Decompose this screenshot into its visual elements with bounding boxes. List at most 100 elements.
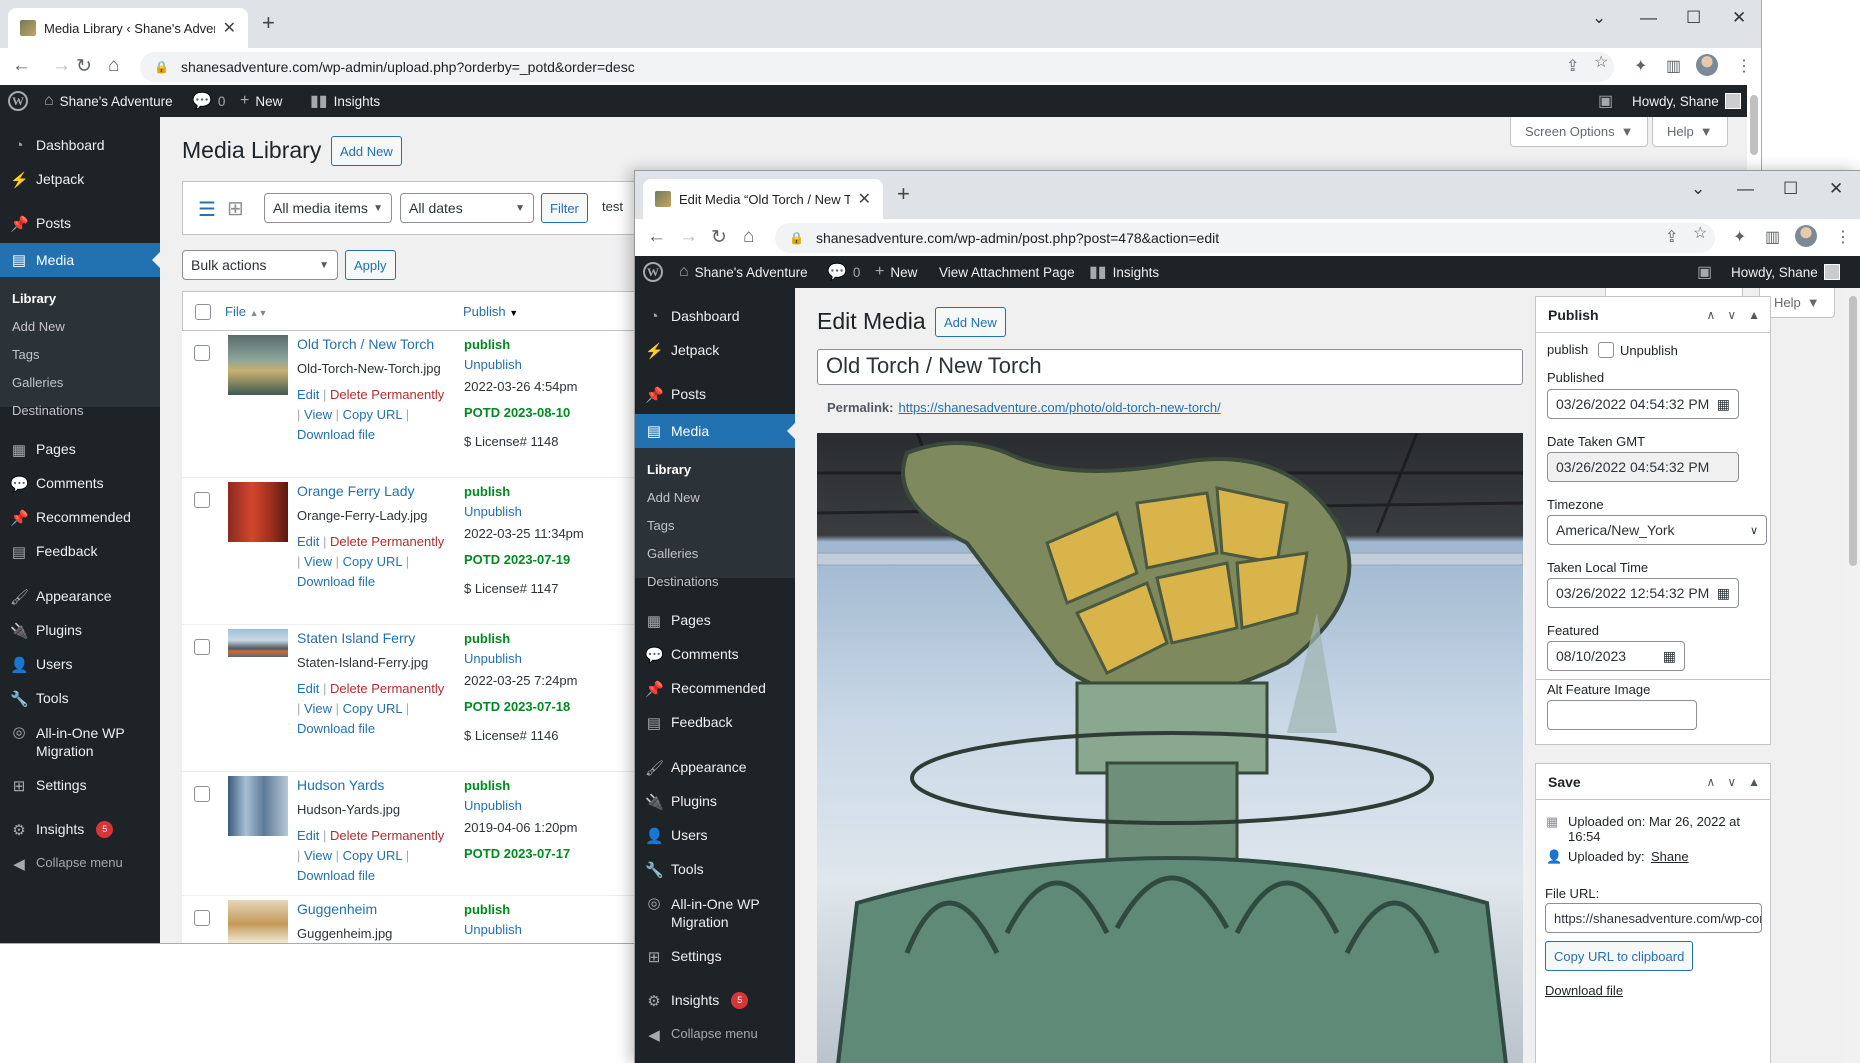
submenu-add-new[interactable]: Add New xyxy=(647,490,700,505)
submenu-destinations[interactable]: Destinations xyxy=(647,574,719,589)
row-checkbox[interactable] xyxy=(194,639,210,655)
select-all-checkbox[interactable] xyxy=(195,304,211,320)
menu-posts[interactable]: 📌 Posts xyxy=(0,215,160,233)
close-tab-icon[interactable]: ✕ xyxy=(858,189,871,209)
menu-dashboard[interactable]: ◔ Dashboard xyxy=(635,308,795,325)
menu-plugins[interactable]: 🔌 Plugins xyxy=(0,622,160,640)
new-tab-icon[interactable]: + xyxy=(262,10,275,36)
minimize-icon[interactable]: — xyxy=(1640,8,1657,28)
menu-settings[interactable]: ⊞ Settings xyxy=(0,777,160,795)
url-bar[interactable]: 🔒 shanesadventure.com/wp-admin/post.php?… xyxy=(775,223,1715,253)
comments-link[interactable]: 💬 0 xyxy=(192,85,225,117)
edit-link[interactable]: Edit xyxy=(297,534,319,549)
toggle-panel-icon[interactable]: ▲ xyxy=(1748,775,1760,789)
menu-comments[interactable]: 💬 Comments xyxy=(635,646,795,664)
side-panel-icon[interactable]: ▥ xyxy=(1765,227,1780,247)
browser-menu-icon[interactable]: ⋮ xyxy=(1835,227,1851,247)
unpublish-checkbox[interactable] xyxy=(1598,342,1614,358)
unpublish-link[interactable]: Unpublish xyxy=(464,798,522,813)
timezone-select[interactable]: America/New_York ∨ xyxy=(1547,515,1767,545)
menu-pages[interactable]: ▦ Pages xyxy=(0,441,160,459)
submenu-add-new[interactable]: Add New xyxy=(12,319,65,334)
home-icon[interactable]: ⌂ xyxy=(108,55,119,77)
calendar-icon[interactable]: ▦ xyxy=(1717,585,1730,602)
screen-options-button[interactable]: Screen Options ▼ xyxy=(1510,117,1649,147)
menu-comments[interactable]: 💬 Comments xyxy=(0,475,160,493)
toggle-panel-icon[interactable]: ▲ xyxy=(1748,308,1760,322)
new-tab-icon[interactable]: + xyxy=(897,181,910,207)
new-content-link[interactable]: + New xyxy=(875,256,917,288)
comments-link[interactable]: 💬 0 xyxy=(827,256,860,288)
insights-link[interactable]: ▮▮ Insights xyxy=(1089,256,1159,288)
delete-permanently-link[interactable]: Delete Permanently xyxy=(330,681,444,696)
page-scrollbar[interactable] xyxy=(1846,288,1860,1063)
share-icon[interactable]: ⇪ xyxy=(1665,227,1678,247)
copy-url-link[interactable]: Copy URL xyxy=(343,848,402,863)
maximize-icon[interactable]: ☐ xyxy=(1783,179,1798,199)
menu-users[interactable]: 👤 Users xyxy=(635,827,795,845)
notifications-icon[interactable]: ▣ xyxy=(1697,256,1712,288)
download-file-link[interactable]: Download file xyxy=(297,868,375,883)
add-new-button[interactable]: Add New xyxy=(935,307,1006,337)
menu-settings[interactable]: ⊞ Settings xyxy=(635,948,795,966)
move-down-icon[interactable]: ∨ xyxy=(1727,308,1736,322)
tab-search-icon[interactable]: ⌄ xyxy=(1691,179,1705,199)
menu-users[interactable]: 👤 Users xyxy=(0,656,160,674)
close-window-icon[interactable]: ✕ xyxy=(1829,179,1843,199)
menu-pages[interactable]: ▦ Pages xyxy=(635,612,795,630)
notifications-icon[interactable]: ▣ xyxy=(1598,85,1613,117)
search-input[interactable]: test xyxy=(602,199,623,214)
site-name-link[interactable]: ⌂ Shane's Adventure xyxy=(679,256,808,288)
view-link[interactable]: View xyxy=(304,848,332,863)
menu-recommended[interactable]: 📌 Recommended xyxy=(635,680,795,698)
home-icon[interactable]: ⌂ xyxy=(743,226,754,248)
menu-insights[interactable]: ⚙ Insights 5 xyxy=(635,992,795,1010)
copy-url-link[interactable]: Copy URL xyxy=(343,407,402,422)
submenu-tags[interactable]: Tags xyxy=(647,518,674,533)
calendar-icon[interactable]: ▦ xyxy=(1717,396,1730,413)
share-icon[interactable]: ⇪ xyxy=(1566,56,1579,76)
minimize-icon[interactable]: — xyxy=(1737,179,1754,199)
calendar-icon[interactable]: ▦ xyxy=(1663,648,1676,665)
submenu-tags[interactable]: Tags xyxy=(12,347,39,362)
edit-link[interactable]: Edit xyxy=(297,387,319,402)
menu-jetpack[interactable]: ⚡ Jetpack xyxy=(0,171,160,189)
profile-avatar[interactable] xyxy=(1795,225,1817,247)
submenu-galleries[interactable]: Galleries xyxy=(647,546,698,561)
extensions-icon[interactable]: ✦ xyxy=(1634,56,1647,76)
delete-permanently-link[interactable]: Delete Permanently xyxy=(330,387,444,402)
featured-date-input[interactable]: 08/10/2023 ▦ xyxy=(1547,641,1685,671)
url-bar[interactable]: 🔒 shanesadventure.com/wp-admin/upload.ph… xyxy=(140,52,1614,82)
view-link[interactable]: View xyxy=(304,554,332,569)
column-publish[interactable]: Publish ▼ xyxy=(463,304,518,319)
date-filter[interactable]: All dates ▼ xyxy=(400,193,534,223)
site-name-link[interactable]: ⌂ Shane's Adventure xyxy=(44,85,173,117)
apply-button[interactable]: Apply xyxy=(345,250,396,280)
copy-url-link[interactable]: Copy URL xyxy=(343,701,402,716)
copy-url-link[interactable]: Copy URL xyxy=(343,554,402,569)
menu-feedback[interactable]: ▤ Feedback xyxy=(635,714,795,732)
help-button[interactable]: Help ▼ xyxy=(1652,117,1728,147)
reload-icon[interactable]: ↻ xyxy=(76,55,92,78)
submenu-galleries[interactable]: Galleries xyxy=(12,375,63,390)
menu-aio-migration[interactable]: ◎ All-in-One WP Migration xyxy=(635,895,795,931)
menu-media[interactable]: ▤ Media xyxy=(0,243,160,277)
profile-avatar[interactable] xyxy=(1696,54,1718,76)
file-url-input[interactable]: https://shanesadventure.com/wp-conte xyxy=(1545,903,1762,933)
howdy-menu[interactable]: Howdy, Shane xyxy=(1731,256,1840,288)
date-taken-input[interactable]: 03/26/2022 04:54:32 PM xyxy=(1547,452,1739,482)
move-up-icon[interactable]: ∧ xyxy=(1707,308,1716,322)
download-file-link[interactable]: Download file xyxy=(297,427,375,442)
unpublish-link[interactable]: Unpublish xyxy=(464,922,522,937)
collapse-menu[interactable]: ◀ Collapse menu xyxy=(0,855,160,873)
menu-feedback[interactable]: ▤ Feedback xyxy=(0,543,160,561)
menu-insights[interactable]: ⚙ Insights 5 xyxy=(0,821,160,839)
bulk-actions-select[interactable]: Bulk actions ▼ xyxy=(182,250,338,280)
media-title-link[interactable]: Guggenheim xyxy=(297,901,377,917)
add-new-button[interactable]: Add New xyxy=(331,136,402,166)
media-title-link[interactable]: Orange Ferry Lady xyxy=(297,483,415,499)
side-panel-icon[interactable]: ▥ xyxy=(1666,56,1681,76)
alt-feature-input[interactable] xyxy=(1547,700,1697,730)
menu-appearance[interactable]: 🖌 Appearance xyxy=(0,588,160,606)
unpublish-link[interactable]: Unpublish xyxy=(464,504,522,519)
